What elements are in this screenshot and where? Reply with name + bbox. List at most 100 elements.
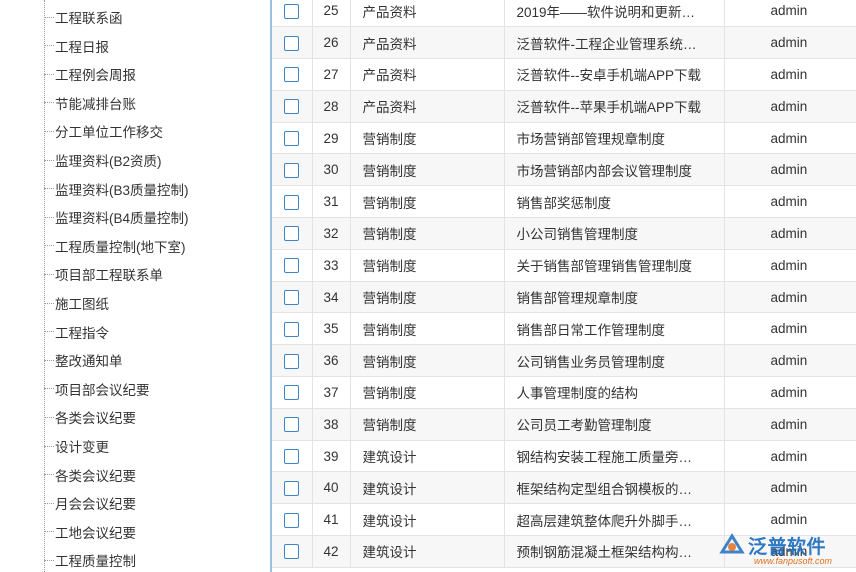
row-category: 产品资料 (350, 26, 505, 60)
row-select-cell (272, 58, 313, 91)
table-row[interactable]: 40 建筑设计 框架结构定型组合钢模板的… admin (272, 471, 856, 505)
sidebar-tree-item[interactable]: 工程联系函 (44, 7, 123, 27)
sidebar-tree-item[interactable]: 节能减排台账 (44, 93, 136, 113)
row-title[interactable]: 钢结构安装工程施工质量旁… (504, 440, 725, 473)
table-row[interactable]: 35 营销制度 销售部日常工作管理制度 admin (272, 312, 856, 346)
table-row[interactable]: 31 营销制度 销售部奖惩制度 admin (272, 185, 856, 219)
sidebar-tree-item-label: 项目部工程联系单 (55, 268, 163, 284)
sidebar-tree-item[interactable]: 月会会议纪要 (44, 493, 136, 513)
table-row[interactable]: 28 产品资料 泛普软件--苹果手机端APP下载 admin (272, 90, 856, 123)
row-select-cell (272, 535, 313, 568)
row-title[interactable]: 泛普软件--苹果手机端APP下载 (504, 90, 725, 123)
table-row[interactable]: 25 产品资料 2019年——软件说明和更新… admin (272, 0, 856, 28)
row-category: 营销制度 (350, 217, 505, 250)
sidebar-tree-item[interactable]: 监理资料(B4质量控制) (44, 207, 189, 227)
sidebar-tree-item-label: 整改通知单 (55, 354, 123, 370)
row-title[interactable]: 市场营销部内部会议管理制度 (504, 153, 725, 187)
row-title[interactable]: 泛普软件--安卓手机端APP下载 (504, 58, 725, 91)
row-checkbox[interactable] (284, 194, 300, 210)
sidebar-tree-item[interactable]: 项目部会议纪要 (44, 379, 150, 399)
table-row[interactable]: 33 营销制度 关于销售部管理销售管理制度 admin (272, 249, 856, 282)
row-title[interactable]: 关于销售部管理销售管理制度 (504, 249, 725, 282)
sidebar-tree-item[interactable]: 工程质量控制(地下室) (44, 236, 186, 256)
tree-branch-line (44, 159, 54, 161)
row-checkbox[interactable] (284, 321, 300, 337)
row-title[interactable]: 销售部日常工作管理制度 (504, 312, 725, 346)
sidebar-tree-item[interactable]: 各类会议纪要 (44, 407, 136, 427)
tree-branch-line (44, 416, 54, 418)
row-title[interactable]: 泛普软件-工程企业管理系统… (504, 26, 725, 60)
row-checkbox[interactable] (284, 99, 300, 115)
sidebar-tree-item[interactable]: 工程例会周报 (44, 64, 136, 84)
row-checkbox[interactable] (284, 544, 300, 560)
sidebar-tree-item[interactable]: 监理资料(B3质量控制) (44, 179, 189, 199)
row-title[interactable]: 2019年——软件说明和更新… (504, 0, 725, 28)
row-checkbox[interactable] (284, 131, 300, 147)
row-title[interactable]: 销售部奖惩制度 (504, 185, 725, 219)
row-title[interactable]: 销售部管理规章制度 (504, 281, 725, 314)
row-checkbox[interactable] (284, 512, 300, 528)
table-row[interactable]: 29 营销制度 市场营销部管理规章制度 admin (272, 122, 856, 155)
row-checkbox[interactable] (284, 162, 300, 178)
table-row[interactable]: 32 营销制度 小公司销售管理制度 admin (272, 217, 856, 250)
table-row[interactable]: 42 建筑设计 预制钢筋混凝土框架结构构… admin (272, 535, 856, 568)
row-checkbox[interactable] (284, 449, 300, 465)
tree-branch-line (44, 188, 54, 190)
row-checkbox[interactable] (284, 290, 300, 306)
row-user: admin (724, 217, 856, 250)
row-checkbox[interactable] (284, 35, 300, 51)
tree-branch-line (44, 445, 54, 447)
table-row[interactable]: 30 营销制度 市场营销部内部会议管理制度 admin (272, 153, 856, 187)
sidebar-tree-item[interactable]: 分工单位工作移交 (44, 121, 163, 141)
row-category: 营销制度 (350, 122, 505, 155)
sidebar-tree-item[interactable]: 设计变更 (44, 436, 109, 456)
row-category: 产品资料 (350, 90, 505, 123)
row-checkbox[interactable] (284, 226, 300, 242)
row-select-cell (272, 281, 313, 314)
row-user: admin (724, 344, 856, 378)
table-row[interactable]: 37 营销制度 人事管理制度的结构 admin (272, 376, 856, 409)
table-row[interactable]: 38 营销制度 公司员工考勤管理制度 admin (272, 408, 856, 441)
sidebar-tree-item[interactable]: 工地会议纪要 (44, 522, 136, 542)
tree-branch-line (44, 216, 54, 218)
row-title[interactable]: 预制钢筋混凝土框架结构构… (504, 535, 725, 568)
row-title[interactable]: 小公司销售管理制度 (504, 217, 725, 250)
row-title[interactable]: 框架结构定型组合钢模板的… (504, 471, 725, 505)
sidebar-tree: 工程联系函工程日报工程例会周报 节能减排台账分工单位工作移交 监理资料(B2资质) 监… (0, 0, 270, 572)
row-title[interactable]: 公司销售业务员管理制度 (504, 344, 725, 378)
row-title[interactable]: 公司员工考勤管理制度 (504, 408, 725, 441)
sidebar-tree-item[interactable]: 工程质量控制 (44, 550, 136, 570)
sidebar-tree-item[interactable]: 工程日报 (44, 36, 109, 56)
sidebar-tree-item-label: 监理资料(B3质量控制) (55, 182, 189, 198)
row-checkbox[interactable] (284, 417, 300, 433)
row-number: 37 (312, 376, 351, 409)
row-title[interactable]: 超高层建筑整体爬升外脚手… (504, 503, 725, 537)
row-checkbox[interactable] (284, 385, 300, 401)
row-checkbox[interactable] (284, 67, 300, 83)
row-checkbox[interactable] (284, 353, 300, 369)
row-select-cell (272, 344, 313, 378)
tree-connector-line (44, 0, 45, 572)
sidebar-tree-item[interactable]: 施工图纸 (44, 293, 109, 313)
row-title[interactable]: 市场营销部管理规章制度 (504, 122, 725, 155)
row-user: admin (724, 185, 856, 219)
sidebar-tree-item[interactable]: 整改通知单 (44, 350, 123, 370)
table-row[interactable]: 39 建筑设计 钢结构安装工程施工质量旁… admin (272, 440, 856, 473)
row-checkbox[interactable] (284, 258, 300, 274)
table-row[interactable]: 27 产品资料 泛普软件--安卓手机端APP下载 admin (272, 58, 856, 91)
row-number: 28 (312, 90, 351, 123)
table-row[interactable]: 41 建筑设计 超高层建筑整体爬升外脚手… admin (272, 503, 856, 537)
sidebar-tree-item[interactable]: 监理资料(B2资质) (44, 150, 162, 170)
sidebar-tree-item[interactable]: 各类会议纪要 (44, 465, 136, 485)
row-checkbox[interactable] (284, 3, 300, 19)
row-user: admin (724, 58, 856, 91)
table-row[interactable]: 26 产品资料 泛普软件-工程企业管理系统… admin (272, 26, 856, 60)
tree-branch-line (44, 559, 54, 561)
sidebar-tree-item[interactable]: 项目部工程联系单 (44, 264, 163, 284)
row-checkbox[interactable] (284, 480, 300, 496)
row-title[interactable]: 人事管理制度的结构 (504, 376, 725, 409)
table-row[interactable]: 34 营销制度 销售部管理规章制度 admin (272, 281, 856, 314)
table-row[interactable]: 36 营销制度 公司销售业务员管理制度 admin (272, 344, 856, 378)
row-number: 35 (312, 312, 351, 346)
sidebar-tree-item[interactable]: 工程指令 (44, 322, 109, 342)
